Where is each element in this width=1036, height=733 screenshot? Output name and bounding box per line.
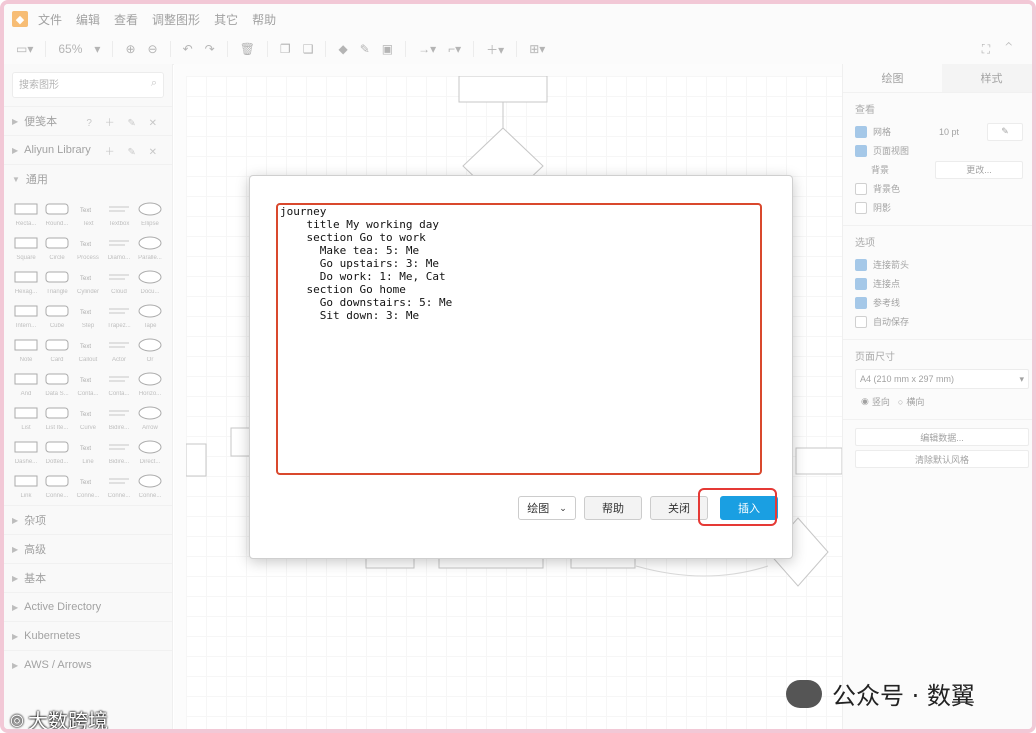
app-window: ◆ 文件 编辑 查看 调整图形 其它 帮助 ▭▾ 65% ▾ ⊕ ⊖ ↶ ↷ 🗑… (0, 0, 1036, 733)
insert-button-highlight (698, 488, 777, 526)
chevron-down-icon: ⌄ (559, 502, 567, 513)
brand-logo-icon: ◎ (10, 710, 24, 729)
wechat-icon (786, 679, 822, 708)
diagram-type-value: 绘图 (527, 503, 550, 515)
wechat-watermark: 公众号 · 数翼 (786, 676, 975, 711)
help-button[interactable]: 帮助 (584, 496, 642, 520)
brand-watermark: ◎ 大数跨境 (10, 705, 108, 733)
diagram-type-select[interactable]: 绘图 ⌄ (518, 496, 576, 520)
mermaid-code-editor[interactable] (276, 203, 762, 475)
brand-text: 大数跨境 (27, 709, 108, 733)
mermaid-insert-dialog: 绘图 ⌄ 帮助 关闭 插入 (249, 175, 793, 559)
watermark-text: 公众号 · 数翼 (832, 682, 975, 710)
